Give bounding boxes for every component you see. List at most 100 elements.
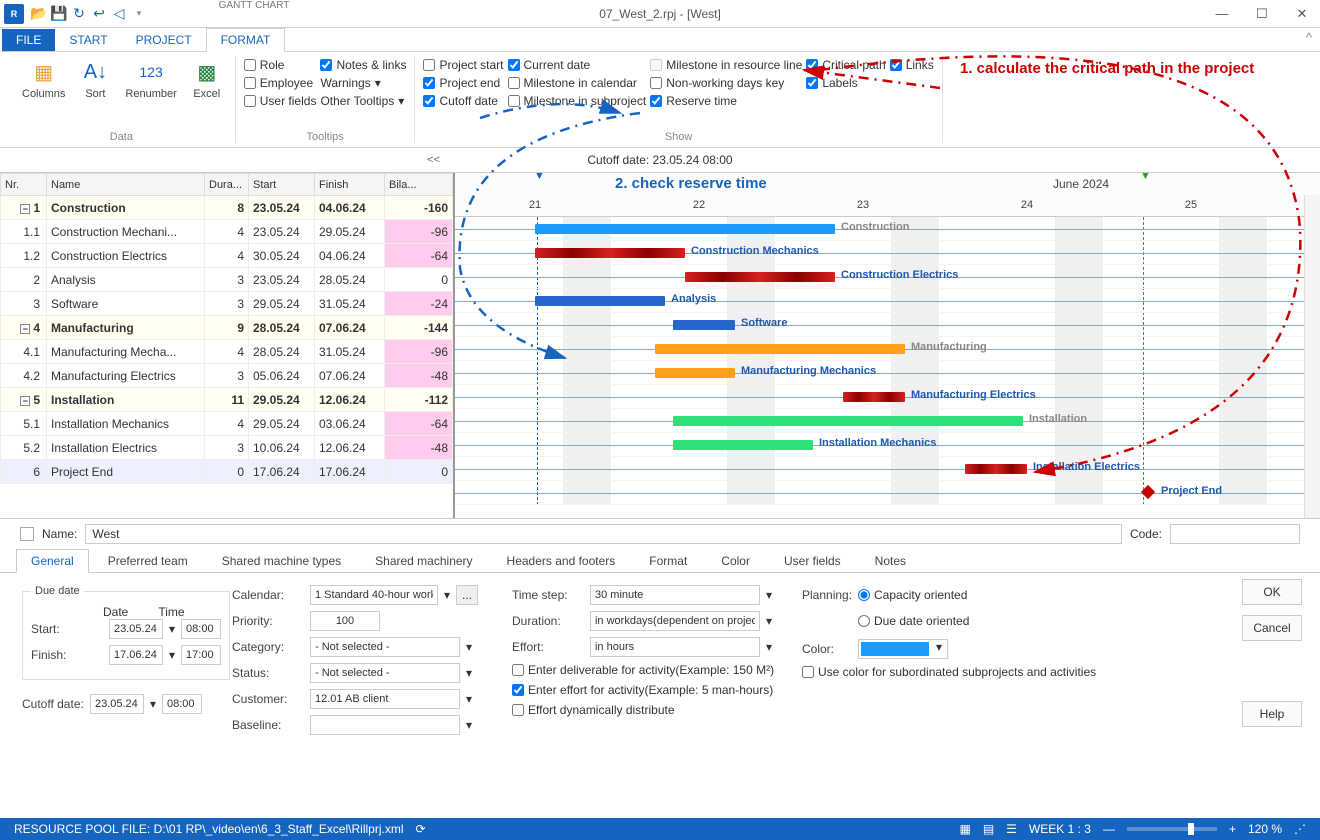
start-time[interactable]	[181, 619, 221, 639]
task-bar[interactable]	[685, 272, 835, 282]
view-icon-2[interactable]: ▤	[983, 822, 994, 836]
ok-button[interactable]: OK	[1242, 579, 1302, 605]
table-row[interactable]: 5.2Installation Electrics310.06.2412.06.…	[1, 436, 453, 460]
chk-links[interactable]: Links	[890, 58, 934, 72]
zoom-out[interactable]: —	[1103, 822, 1115, 836]
chk-milestone-cal[interactable]: Milestone in calendar	[508, 76, 647, 90]
chk-project-end[interactable]: Project end	[423, 76, 503, 90]
chk-reserve[interactable]: Reserve time	[650, 94, 802, 108]
tab-shared-machine-types[interactable]: Shared machine types	[207, 549, 356, 572]
chk-critical-path[interactable]: Critical path	[806, 58, 885, 72]
tab-shared-machinery[interactable]: Shared machinery	[360, 549, 487, 572]
chk-userfields[interactable]: User fields	[244, 94, 317, 108]
back-icon[interactable]: ◁	[110, 5, 128, 23]
scrollbar-v[interactable]	[1304, 195, 1320, 531]
renumber-button[interactable]: 123Renumber	[119, 56, 182, 102]
customer-select[interactable]	[310, 689, 460, 709]
tab-format[interactable]: FORMAT	[206, 28, 286, 52]
name-input[interactable]	[85, 524, 1122, 544]
start-date[interactable]	[109, 619, 163, 639]
zoom-slider[interactable]	[1127, 827, 1217, 831]
help-button[interactable]: Help	[1242, 701, 1302, 727]
finish-time[interactable]	[181, 645, 221, 665]
table-row[interactable]: −1Construction823.05.2404.06.24-160	[1, 196, 453, 220]
warnings-dropdown[interactable]: Warnings ▾	[320, 76, 406, 90]
maximize-button[interactable]: ☐	[1248, 6, 1276, 22]
table-row[interactable]: −4Manufacturing928.05.2407.06.24-144	[1, 316, 453, 340]
redo-icon[interactable]: ↻	[70, 5, 88, 23]
col-bil[interactable]: Bila...	[385, 174, 453, 196]
duration-select[interactable]	[590, 611, 760, 631]
gantt-row[interactable]: Software	[455, 313, 1320, 337]
tab-headers-and-footers[interactable]: Headers and footers	[492, 549, 631, 572]
radio-capacity[interactable]: Capacity oriented	[858, 585, 967, 605]
chk-effort-dyn[interactable]: Effort dynamically distribute	[512, 703, 772, 717]
tab-color[interactable]: Color	[706, 549, 765, 572]
tab-format[interactable]: Format	[634, 549, 702, 572]
table-row[interactable]: 2Analysis323.05.2428.05.240	[1, 268, 453, 292]
minimize-button[interactable]: —	[1208, 6, 1236, 22]
close-button[interactable]: ✕	[1288, 6, 1316, 22]
calendar-browse[interactable]: ...	[456, 585, 478, 605]
gantt-row[interactable]: Manufacturing Mechanics	[455, 361, 1320, 385]
table-row[interactable]: 3Software329.05.2431.05.24-24	[1, 292, 453, 316]
chk-enter-effort[interactable]: Enter effort for activity(Example: 5 man…	[512, 683, 772, 697]
task-bar[interactable]	[655, 344, 905, 354]
chk-employee[interactable]: Employee	[244, 76, 317, 90]
gantt-row[interactable]: Manufacturing	[455, 337, 1320, 361]
col-finish[interactable]: Finish	[315, 174, 385, 196]
task-bar[interactable]	[673, 440, 813, 450]
excel-button[interactable]: ▩Excel	[187, 56, 227, 102]
table-row[interactable]: 5.1Installation Mechanics429.05.2403.06.…	[1, 412, 453, 436]
timeline-prev[interactable]: <<	[427, 154, 440, 166]
other-tooltips-dropdown[interactable]: Other Tooltips ▾	[320, 94, 406, 108]
zoom-in[interactable]: +	[1229, 822, 1236, 836]
open-icon[interactable]: 📂	[30, 5, 48, 23]
status-select[interactable]	[310, 663, 460, 683]
table-row[interactable]: 1.2Construction Electrics430.05.2404.06.…	[1, 244, 453, 268]
col-nr[interactable]: Nr.	[1, 174, 47, 196]
tab-general[interactable]: General	[16, 549, 89, 573]
gantt-row[interactable]: Installation Mechanics	[455, 433, 1320, 457]
ribbon-collapse-icon[interactable]: ^	[1306, 30, 1312, 45]
save-icon[interactable]: 💾	[50, 5, 68, 23]
col-start[interactable]: Start	[249, 174, 315, 196]
gantt-chart[interactable]: ▼ ▼ June 2024 21 22 23 24 25 Constructio…	[455, 173, 1320, 531]
color-swatch[interactable]	[861, 642, 929, 656]
task-bar[interactable]	[673, 416, 1023, 426]
chk-nonworking[interactable]: Non-working days key	[650, 76, 802, 90]
gantt-row[interactable]: Construction Electrics	[455, 265, 1320, 289]
table-row[interactable]: 4.1Manufacturing Mecha...428.05.2431.05.…	[1, 340, 453, 364]
chk-labels[interactable]: Labels	[806, 76, 885, 90]
effort-select[interactable]	[590, 637, 760, 657]
tab-start[interactable]: START	[55, 29, 121, 51]
tab-user-fields[interactable]: User fields	[769, 549, 856, 572]
tab-project[interactable]: PROJECT	[122, 29, 206, 51]
task-grid[interactable]: Nr. Name Dura... Start Finish Bila... −1…	[0, 173, 455, 531]
cutoff-time[interactable]	[162, 694, 202, 714]
task-bar[interactable]	[965, 464, 1027, 474]
col-name[interactable]: Name	[47, 174, 205, 196]
table-row[interactable]: −5Installation1129.05.2412.06.24-112	[1, 388, 453, 412]
view-icon-3[interactable]: ☰	[1006, 822, 1017, 836]
radio-duedate[interactable]: Due date oriented	[858, 611, 969, 631]
col-dur[interactable]: Dura...	[205, 174, 249, 196]
gantt-row[interactable]: Construction	[455, 217, 1320, 241]
resize-grip-icon[interactable]: ⋰	[1294, 822, 1306, 836]
chk-project-start[interactable]: Project start	[423, 58, 503, 72]
view-icon-1[interactable]: ▦	[959, 822, 970, 836]
task-bar[interactable]	[535, 248, 685, 258]
cancel-button[interactable]: Cancel	[1242, 615, 1302, 641]
chk-current-date[interactable]: Current date	[508, 58, 647, 72]
chk-role[interactable]: Role	[244, 58, 317, 72]
timestep-select[interactable]	[590, 585, 760, 605]
tab-preferred-team[interactable]: Preferred team	[93, 549, 203, 572]
gantt-row[interactable]: Installation	[455, 409, 1320, 433]
cutoff-date[interactable]	[90, 694, 144, 714]
chk-use-color[interactable]: Use color for subordinated subprojects a…	[802, 665, 992, 679]
priority-input[interactable]	[310, 611, 380, 631]
code-input[interactable]	[1170, 524, 1300, 544]
category-select[interactable]	[310, 637, 460, 657]
refresh-icon[interactable]: ⟳	[416, 822, 426, 836]
chk-cutoff[interactable]: Cutoff date	[423, 94, 503, 108]
